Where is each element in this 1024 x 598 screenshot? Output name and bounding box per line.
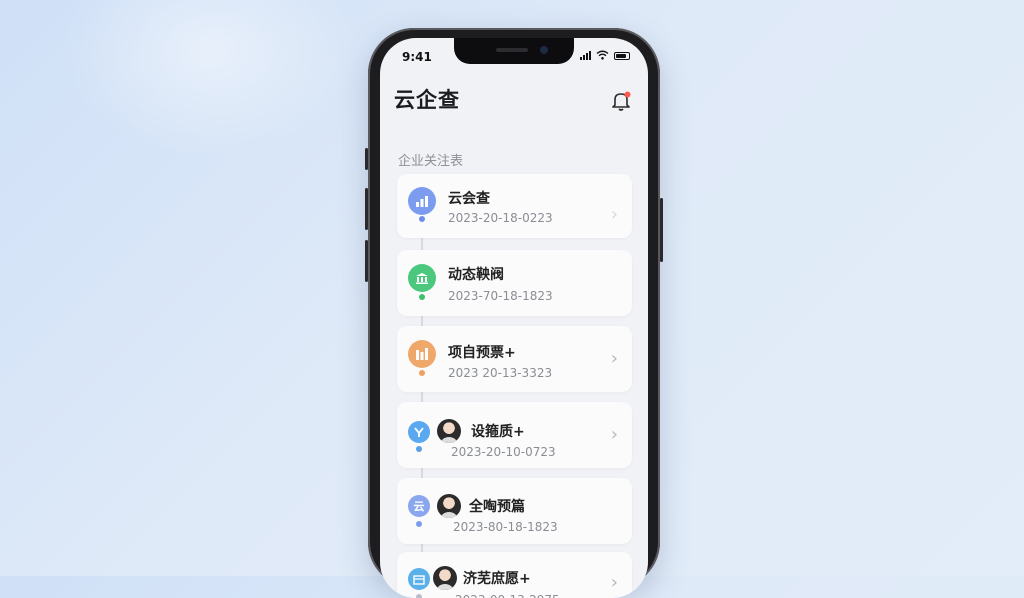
building-icon bbox=[408, 264, 436, 292]
item-title: 云会查 bbox=[448, 191, 490, 207]
volume-down-button bbox=[365, 240, 368, 282]
status-icons bbox=[580, 50, 630, 60]
speaker bbox=[496, 48, 528, 52]
avatar bbox=[433, 566, 457, 590]
timeline-dot bbox=[416, 446, 422, 452]
item-title: 项自预票+ bbox=[448, 345, 516, 361]
item-date: 2023 20-13-3323 bbox=[448, 366, 553, 380]
list-item-1[interactable]: 云会查 2023-20-18-0223 › bbox=[397, 174, 632, 238]
timeline-dot bbox=[419, 294, 425, 300]
list-item-2[interactable]: 动态鞅阀 2023-70-18-1823 bbox=[397, 250, 632, 316]
item-title: 动态鞅阀 bbox=[448, 267, 504, 283]
notification-badge bbox=[624, 91, 631, 98]
volume-up-button bbox=[365, 188, 368, 230]
chevron-right-icon: › bbox=[610, 572, 618, 593]
document-icon bbox=[408, 340, 436, 368]
signal-icon bbox=[580, 51, 591, 60]
mute-switch bbox=[365, 148, 368, 170]
cloud-icon: 云 bbox=[408, 495, 430, 517]
page-title: 云企查 bbox=[394, 88, 460, 112]
power-button bbox=[660, 198, 663, 262]
notch bbox=[454, 38, 574, 64]
avatar bbox=[437, 494, 461, 518]
background-glow bbox=[60, 0, 360, 160]
chevron-right-icon: › bbox=[610, 424, 618, 445]
bar-chart-icon bbox=[408, 187, 436, 215]
avatar bbox=[437, 419, 461, 443]
phone-frame: 9:41 云企查 企业关注表 云会查 2023-20-18-0223 › 动态鞅… bbox=[365, 28, 663, 598]
list-item-4[interactable]: 设箍质+ 2023-20-10-0723 › bbox=[397, 402, 632, 468]
status-time: 9:41 bbox=[402, 50, 432, 64]
phone-screen: 9:41 云企查 企业关注表 云会查 2023-20-18-0223 › 动态鞅… bbox=[380, 38, 648, 598]
item-date: 2023-70-18-1823 bbox=[448, 289, 553, 303]
item-title: 设箍质+ bbox=[471, 424, 525, 440]
timeline-dot bbox=[419, 216, 425, 222]
bell-icon[interactable] bbox=[610, 90, 632, 112]
wifi-icon bbox=[596, 50, 609, 60]
timeline-dot bbox=[416, 521, 422, 527]
item-date: 2023-80-18-1823 bbox=[453, 520, 558, 534]
item-date: 2023-00-13-2975 bbox=[455, 593, 560, 598]
battery-icon bbox=[614, 52, 630, 60]
timeline-dot bbox=[416, 594, 422, 598]
section-label: 企业关注表 bbox=[398, 154, 464, 169]
list-item-3[interactable]: 项自预票+ 2023 20-13-3323 › bbox=[397, 326, 632, 392]
chevron-right-icon: › bbox=[610, 348, 618, 369]
item-title: 全啕预篇 bbox=[469, 499, 525, 515]
camera bbox=[540, 46, 548, 54]
timeline-dot bbox=[419, 370, 425, 376]
calendar-icon bbox=[408, 568, 430, 590]
item-date: 2023-20-10-0723 bbox=[451, 445, 556, 459]
person-icon bbox=[408, 421, 430, 443]
chevron-right-icon: › bbox=[610, 204, 618, 225]
item-date: 2023-20-18-0223 bbox=[448, 211, 553, 225]
list-item-5[interactable]: 云 全啕预篇 2023-80-18-1823 bbox=[397, 478, 632, 544]
item-title: 济芜庶愿+ bbox=[463, 571, 531, 587]
list-item-6[interactable]: 济芜庶愿+ 2023-00-13-2975 › bbox=[397, 552, 632, 598]
